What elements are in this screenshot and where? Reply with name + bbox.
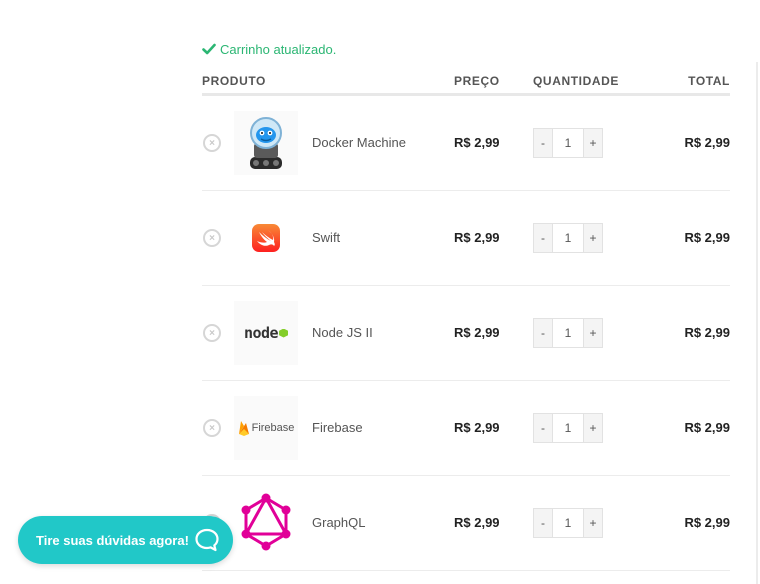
quantity-stepper: - +: [533, 413, 603, 443]
quantity-plus-button[interactable]: +: [583, 319, 602, 347]
graphql-image: [241, 493, 291, 551]
quantity-stepper: - +: [533, 318, 603, 348]
quantity-input[interactable]: [553, 129, 583, 157]
quantity-plus-button[interactable]: +: [583, 509, 602, 537]
quantity-plus-button[interactable]: +: [583, 129, 602, 157]
quantity-stepper: - +: [533, 223, 603, 253]
page-edge-divider: [756, 62, 758, 584]
chat-help-button[interactable]: Tire suas dúvidas agora!: [18, 516, 233, 564]
quantity-stepper: - +: [533, 128, 603, 158]
firebase-logo[interactable]: Firebase: [234, 396, 298, 460]
cart-updated-notice: Carrinho atualizado.: [202, 40, 336, 58]
product-name[interactable]: Node JS II: [312, 325, 373, 340]
quantity-stepper: - +: [533, 508, 603, 538]
swift-image: [252, 224, 280, 252]
quantity-minus-button[interactable]: -: [534, 414, 553, 442]
row-total: R$ 2,99: [684, 135, 730, 150]
swift-logo[interactable]: [234, 206, 298, 270]
quantity-input[interactable]: [553, 319, 583, 347]
header-product: PRODUTO: [202, 74, 266, 88]
quantity-minus-button[interactable]: -: [534, 319, 553, 347]
quantity-input[interactable]: [553, 224, 583, 252]
close-icon: ×: [209, 327, 215, 339]
header-quantity: QUANTIDADE: [533, 74, 619, 88]
docker-machine-logo[interactable]: [234, 111, 298, 175]
remove-item-button[interactable]: ×: [203, 419, 221, 437]
chat-bubble-icon: [195, 528, 219, 552]
nodejs-hexagon-icon: [279, 328, 289, 338]
quantity-minus-button[interactable]: -: [534, 509, 553, 537]
header-price: PREÇO: [454, 74, 500, 88]
notice-text: Carrinho atualizado.: [220, 41, 337, 57]
cart-row-firebase: × Firebase Firebase R$ 2,99 - + R$ 2,99: [202, 381, 730, 476]
remove-item-button[interactable]: ×: [203, 134, 221, 152]
cart-row-graphql: × GraphQL R$ 2,99 - + R$ 2,99: [202, 476, 730, 571]
product-price: R$ 2,99: [454, 230, 500, 245]
product-price: R$ 2,99: [454, 515, 500, 530]
close-icon: ×: [209, 137, 215, 149]
row-total: R$ 2,99: [684, 515, 730, 530]
product-price: R$ 2,99: [454, 420, 500, 435]
quantity-input[interactable]: [553, 509, 583, 537]
cart-row-docker-machine: × Docker Machine R$ 2,99 - + R$ 2,99: [202, 96, 730, 191]
row-total: R$ 2,99: [684, 325, 730, 340]
product-name[interactable]: GraphQL: [312, 515, 365, 530]
firebase-flame-icon: [238, 421, 249, 436]
cart-row-nodejs: × node Node JS II R$ 2,99 - + R$ 2,99: [202, 286, 730, 381]
product-name[interactable]: Swift: [312, 230, 340, 245]
remove-item-button[interactable]: ×: [203, 324, 221, 342]
close-icon: ×: [209, 232, 215, 244]
nodejs-logo-text: node: [243, 324, 279, 342]
remove-item-button[interactable]: ×: [203, 229, 221, 247]
row-total: R$ 2,99: [684, 230, 730, 245]
header-total: TOTAL: [688, 74, 730, 88]
cart-row-swift: × Swift R$ 2,99 - + R$ 2,99: [202, 191, 730, 286]
quantity-plus-button[interactable]: +: [583, 224, 602, 252]
nodejs-logo[interactable]: node: [234, 301, 298, 365]
docker-machine-image: [250, 117, 282, 169]
product-name[interactable]: Docker Machine: [312, 135, 406, 150]
close-icon: ×: [209, 422, 215, 434]
cart-table-header: PRODUTO PREÇO QUANTIDADE TOTAL: [202, 70, 730, 96]
product-price: R$ 2,99: [454, 325, 500, 340]
product-price: R$ 2,99: [454, 135, 500, 150]
row-total: R$ 2,99: [684, 420, 730, 435]
quantity-input[interactable]: [553, 414, 583, 442]
quantity-plus-button[interactable]: +: [583, 414, 602, 442]
cart-table: PRODUTO PREÇO QUANTIDADE TOTAL × Docker …: [202, 70, 730, 571]
check-icon: [202, 43, 216, 55]
graphql-logo[interactable]: [234, 491, 298, 555]
quantity-minus-button[interactable]: -: [534, 129, 553, 157]
product-name[interactable]: Firebase: [312, 420, 363, 435]
chat-button-label: Tire suas dúvidas agora!: [36, 532, 189, 548]
quantity-minus-button[interactable]: -: [534, 224, 553, 252]
firebase-logo-text: Firebase: [251, 422, 295, 434]
